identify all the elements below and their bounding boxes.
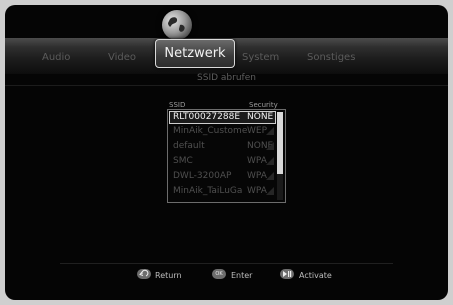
footer-divider — [60, 263, 393, 264]
list-item[interactable]: MinAik_Custome WEP — [168, 125, 275, 138]
signal-icon — [266, 187, 274, 195]
ssid-label: default — [173, 141, 205, 151]
page-subtitle: SSID abrufen — [197, 73, 256, 83]
ok-icon[interactable]: OK — [212, 269, 226, 279]
activate-hint: Activate — [299, 271, 332, 280]
tab-video[interactable]: Video — [108, 52, 136, 63]
enter-hint: Enter — [231, 271, 253, 280]
divider — [5, 85, 448, 86]
list-item[interactable]: MinAik_TaiLuGa WPA — [168, 185, 275, 198]
column-header-security: Security — [249, 101, 278, 109]
tv-screen: Audio Video Netzwerk System Sonstiges SS… — [5, 5, 448, 300]
security-label: WPA — [247, 156, 267, 166]
security-label: NONE — [247, 112, 274, 122]
list-item[interactable]: default NONE — [168, 140, 275, 153]
tab-sonstiges[interactable]: Sonstiges — [307, 52, 355, 63]
security-label: WEP — [247, 126, 268, 136]
scrollbar-thumb[interactable] — [277, 112, 283, 174]
tab-system[interactable]: System — [242, 52, 279, 63]
signal-icon — [266, 142, 274, 150]
security-label: WPA — [247, 171, 267, 181]
signal-icon — [266, 172, 274, 180]
network-globe-icon — [162, 10, 192, 40]
ssid-label: SMC — [173, 156, 193, 166]
list-item-selected[interactable]: RLT00027288E NONE — [169, 111, 276, 124]
ssid-list[interactable]: RLT00027288E NONE MinAik_Custome WEP def… — [167, 109, 286, 203]
column-header-ssid: SSID — [169, 101, 186, 109]
return-icon[interactable] — [137, 269, 151, 279]
ssid-label: MinAik_TaiLuGa — [173, 186, 243, 196]
scrollbar[interactable] — [277, 112, 283, 200]
signal-icon — [266, 157, 274, 165]
play-pause-icon[interactable] — [280, 269, 294, 279]
tab-audio[interactable]: Audio — [42, 52, 70, 63]
list-item[interactable]: DWL-3200AP WPA — [168, 170, 275, 183]
security-label: WPA — [247, 186, 267, 196]
ssid-label: MinAik_Custome — [173, 126, 248, 136]
ssid-label: RLT00027288E — [173, 112, 241, 122]
list-item[interactable]: SMC WPA — [168, 155, 275, 168]
ssid-label: DWL-3200AP — [173, 171, 232, 181]
signal-icon — [266, 127, 274, 135]
tab-netzwerk[interactable]: Netzwerk — [155, 39, 235, 68]
return-hint: Return — [155, 271, 182, 280]
